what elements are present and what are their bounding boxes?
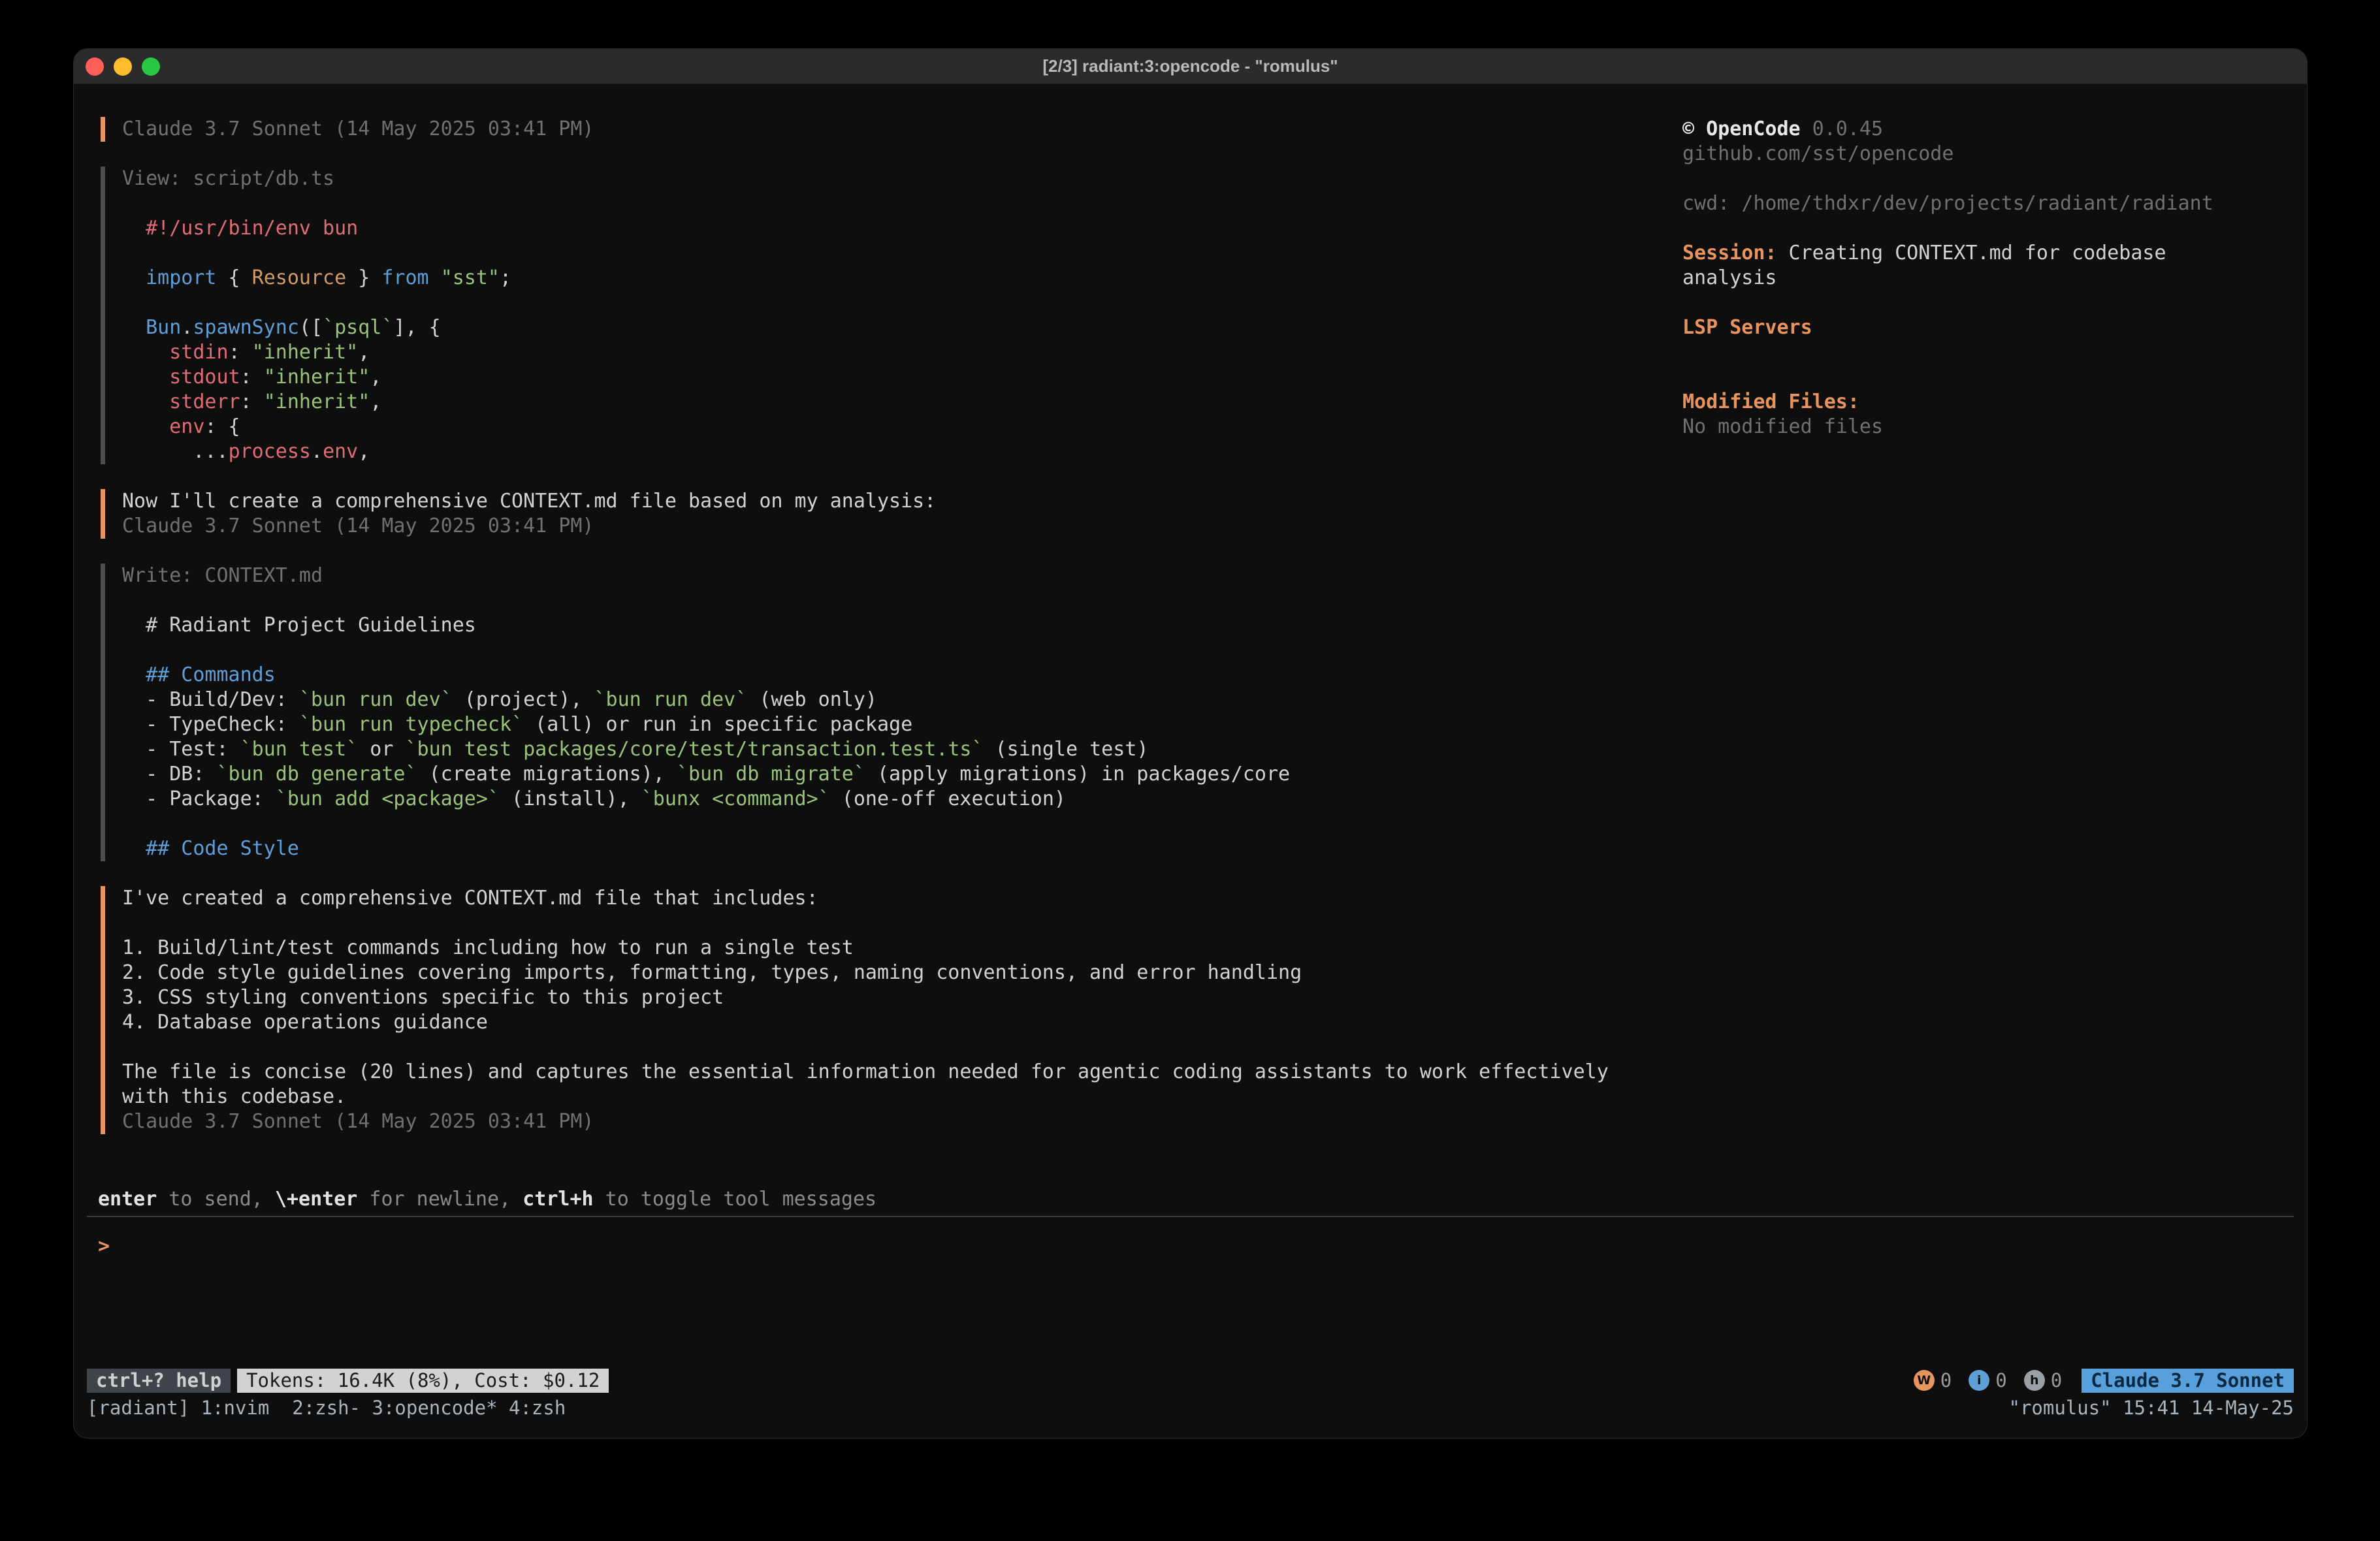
diagnostics-info: i 0 (1969, 1369, 2006, 1391)
assistant-message-summary: I've created a comprehensive CONTEXT.md … (101, 886, 1682, 1134)
warning-count: 0 (1940, 1369, 1952, 1391)
tool-write-context-md: Write: CONTEXT.md # Radiant Project Guid… (101, 564, 1682, 861)
chat-column: Claude 3.7 Sonnet (14 May 2025 03:41 PM)… (74, 117, 1682, 1187)
minimize-button[interactable] (114, 57, 132, 76)
tmux-status-bar: [radiant] 1:nvim 2:zsh- 3:opencode* 4:zs… (74, 1395, 2307, 1421)
window-title: [2/3] radiant:3:opencode - "romulus" (74, 56, 2307, 76)
tmux-host-clock: "romulus" 15:41 14-May-25 (2009, 1397, 2294, 1419)
chat-and-sidebar: Claude 3.7 Sonnet (14 May 2025 03:41 PM)… (74, 117, 2307, 1187)
help-button[interactable]: ctrl+? help (87, 1369, 231, 1393)
info-icon: i (1969, 1370, 1989, 1391)
message-input[interactable]: > (74, 1217, 2307, 1366)
close-button[interactable] (86, 57, 104, 76)
zoom-button[interactable] (142, 57, 160, 76)
diagnostics-warnings: W 0 (1914, 1369, 1952, 1391)
terminal-content: Claude 3.7 Sonnet (14 May 2025 03:41 PM)… (74, 84, 2307, 1366)
title-bar: [2/3] radiant:3:opencode - "romulus" (74, 49, 2307, 84)
tmux-session-windows[interactable]: [radiant] 1:nvim 2:zsh- 3:opencode* 4:zs… (87, 1397, 2009, 1419)
window-bottom-padding (74, 1421, 2307, 1438)
session-sidebar: © OpenCode 0.0.45github.com/sst/opencode… (1682, 117, 2281, 1187)
status-bar: ctrl+? help Tokens: 16.4K (8%), Cost: $0… (74, 1366, 2307, 1395)
assistant-message-header: Claude 3.7 Sonnet (14 May 2025 03:41 PM) (101, 117, 1682, 142)
tool-view-script-db-ts: View: script/db.ts #!/usr/bin/env bun im… (101, 167, 1682, 464)
warning-icon: W (1914, 1370, 1935, 1391)
window-controls (74, 57, 160, 76)
assistant-message-intro: Now I'll create a comprehensive CONTEXT.… (101, 489, 1682, 539)
diagnostics-hints: h 0 (2024, 1369, 2062, 1391)
info-count: 0 (1995, 1369, 2006, 1391)
tokens-cost-display: Tokens: 16.4K (8%), Cost: $0.12 (237, 1369, 609, 1393)
prompt-caret: > (98, 1235, 110, 1258)
hint-count: 0 (2051, 1369, 2062, 1391)
terminal-window: [2/3] radiant:3:opencode - "romulus" Cla… (73, 48, 2308, 1438)
keyboard-hints: enter to send, \+enter for newline, ctrl… (98, 1187, 2307, 1212)
hint-icon: h (2024, 1370, 2045, 1391)
model-selector-badge[interactable]: Claude 3.7 Sonnet (2082, 1369, 2294, 1393)
